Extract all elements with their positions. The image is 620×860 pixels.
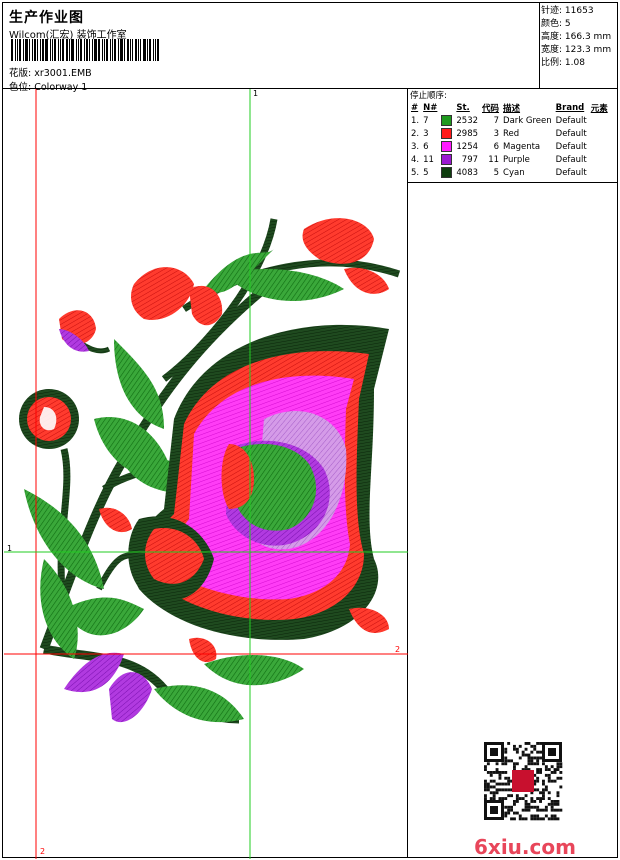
color-swatch (441, 141, 453, 152)
stat-scale: 比例: 1.08 (541, 58, 585, 68)
embroidery-preview: 1 1 2 2 (4, 89, 408, 859)
row-index: 4. (411, 154, 420, 165)
row-needle: 6 (423, 141, 429, 152)
row-brand: Default (555, 115, 587, 126)
color-swatch (441, 167, 453, 178)
row-brand: Default (555, 154, 587, 165)
stop-sequence-panel: 停止顺序: # N# St. 代码 描述 Brand 元素 1. 7 2532 7 Da… (408, 89, 618, 183)
row-element (589, 166, 610, 179)
design-file: 花版: xr3001.EMB (9, 65, 92, 79)
design-stats: 针迹: 11653 颜色: 5 高度: 166.3 mm 宽度: 123.3 m… (541, 5, 619, 70)
col-brand: Brand (555, 102, 585, 113)
color-swatch (441, 115, 453, 126)
row-element (589, 114, 610, 127)
col-stitches: St. (456, 102, 470, 113)
row-stitches: 797 (461, 154, 479, 165)
color-swatch (441, 154, 453, 165)
col-code: 代码 (482, 103, 500, 114)
row-needle: 3 (423, 128, 429, 139)
row-swatch (439, 140, 454, 153)
watermark-logo: 6xiu.com (474, 835, 576, 859)
col-swatch (439, 101, 454, 114)
row-swatch (439, 166, 454, 179)
stop-row: 5. 5 4083 5 Cyan Default (409, 166, 610, 179)
row-description: Cyan (503, 167, 525, 178)
row-brand: Default (555, 141, 587, 152)
row-stitches: 1254 (456, 141, 479, 152)
guide-label-right: 2 (395, 645, 401, 654)
stop-sequence-caption: 停止顺序: (410, 91, 447, 101)
stop-row: 2. 3 2985 3 Red Default (409, 127, 610, 140)
col-needle: N# (423, 102, 438, 113)
row-code: 3 (493, 128, 500, 139)
stop-row: 3. 6 1254 6 Magenta Default (409, 140, 610, 153)
row-description: Dark Green (503, 115, 552, 126)
row-swatch (439, 127, 454, 140)
row-swatch (439, 153, 454, 166)
sheet-title: 生产作业图 (9, 10, 84, 26)
row-stitches: 4083 (456, 167, 479, 178)
qr-code (484, 742, 563, 821)
design-filename: xr3001.EMB (34, 68, 92, 79)
col-index: # (411, 102, 419, 113)
stop-row: 1. 7 2532 7 Dark Green Default (409, 114, 610, 127)
row-index: 1. (411, 115, 420, 126)
header-panel: 生产作业图 Wilcom(汇宏) 装饰工作室 花版: xr3001.EMB 色位… (3, 3, 539, 93)
row-stitches: 2532 (456, 115, 479, 126)
stop-row: 4. 11 797 11 Purple Default (409, 153, 610, 166)
row-code: 6 (493, 141, 500, 152)
row-needle: 5 (423, 167, 429, 178)
row-needle: 11 (423, 154, 434, 165)
row-description: Red (503, 128, 520, 139)
row-index: 3. (411, 141, 420, 152)
color-swatch (441, 128, 453, 139)
row-index: 2. (411, 128, 420, 139)
stat-colors: 颜色: 5 (541, 19, 571, 29)
row-code: 11 (488, 154, 500, 165)
row-code: 5 (493, 167, 500, 178)
guide-label-bottom: 2 (40, 847, 46, 856)
embroidery-artwork (4, 89, 408, 859)
stat-width: 宽度: 123.3 mm (541, 45, 612, 55)
col-description: 描述 (503, 103, 521, 114)
row-needle: 7 (423, 115, 429, 126)
row-element (589, 153, 610, 166)
design-label: 花版: (9, 68, 32, 79)
row-description: Purple (503, 154, 530, 165)
col-element: 元素 (590, 103, 608, 114)
stop-sequence-table: # N# St. 代码 描述 Brand 元素 1. 7 2532 7 Dark Gre… (409, 101, 610, 179)
row-brand: Default (555, 128, 587, 139)
row-description: Magenta (503, 141, 541, 152)
barcode (11, 39, 161, 61)
row-brand: Default (555, 167, 587, 178)
guide-label-top: 1 (253, 89, 259, 98)
guide-label-left: 1 (7, 544, 13, 553)
row-element (589, 140, 610, 153)
stat-height: 高度: 166.3 mm (541, 32, 612, 42)
header-divider (539, 3, 540, 89)
row-element (589, 127, 610, 140)
row-index: 5. (411, 167, 420, 178)
stat-stitches: 针迹: 11653 (541, 6, 594, 16)
row-stitches: 2985 (456, 128, 479, 139)
row-code: 7 (493, 115, 500, 126)
row-swatch (439, 114, 454, 127)
